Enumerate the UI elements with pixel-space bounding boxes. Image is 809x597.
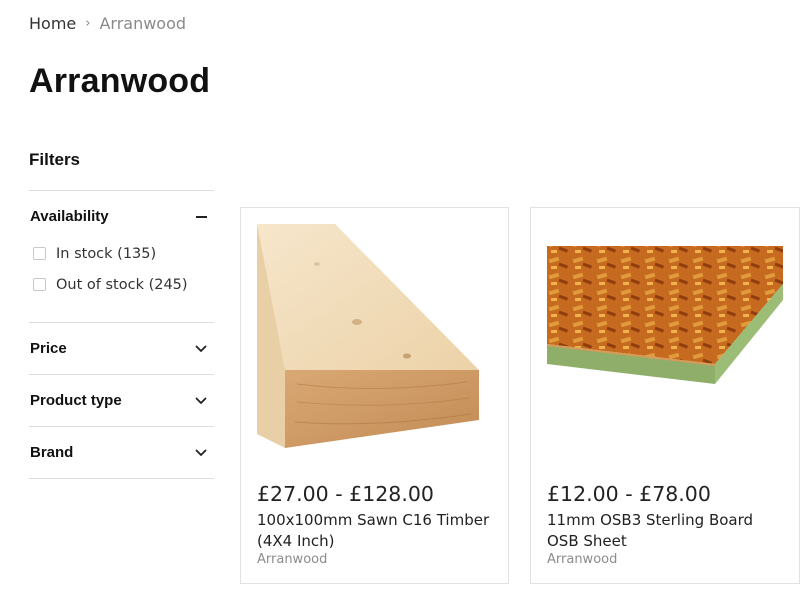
product-price: £12.00 - £78.00 [547,482,711,506]
breadcrumb-current: Arranwood [99,14,187,33]
filter-availability-toggle[interactable]: Availability [29,191,214,242]
page-title: Arranwood [29,62,211,100]
osb-sheet-image[interactable] [547,224,783,450]
filter-option-in-stock[interactable]: In stock (135) [29,238,214,269]
product-price: £27.00 - £128.00 [257,482,434,506]
filter-availability-options: In stock (135) Out of stock (245) [29,238,214,322]
filter-title: Brand [30,444,74,461]
in-stock-checkbox[interactable] [33,247,46,260]
chevron-down-icon [194,342,208,356]
filter-option-out-of-stock[interactable]: Out of stock (245) [29,269,214,300]
product-card[interactable]: £27.00 - £128.00 100x100mm Sawn C16 Timb… [240,207,509,584]
option-label: In stock (135) [56,245,157,262]
filter-product-type-toggle[interactable]: Product type [29,375,214,426]
product-title-link[interactable]: 11mm OSB3 Sterling Board OSB Sheet [547,510,787,552]
filter-price-toggle[interactable]: Price [29,323,214,374]
chevron-down-icon [194,394,208,408]
timber-post-image[interactable] [257,224,493,450]
product-title-link[interactable]: 100x100mm Sawn C16 Timber (4X4 Inch) [257,510,497,552]
breadcrumb-separator: › [85,16,91,31]
filter-group-price: Price [29,322,214,374]
filter-group-product-type: Product type [29,374,214,426]
breadcrumb: Home › Arranwood [29,14,186,33]
option-label: Out of stock (245) [56,276,188,293]
filter-group-brand: Brand [29,426,214,479]
out-of-stock-checkbox[interactable] [33,278,46,291]
filter-group-availability: Availability In stock (135) Out of stock… [29,190,214,322]
minus-icon [194,210,208,224]
chevron-down-icon [194,446,208,460]
product-vendor: Arranwood [547,552,618,567]
filter-title: Price [30,340,67,357]
product-vendor: Arranwood [257,552,328,567]
filter-title: Product type [30,392,122,409]
filters-panel: Availability In stock (135) Out of stock… [29,190,214,479]
product-card[interactable]: £12.00 - £78.00 11mm OSB3 Sterling Board… [530,207,800,584]
breadcrumb-home-link[interactable]: Home [29,14,76,33]
filter-title: Availability [30,208,109,225]
filters-heading: Filters [29,150,81,169]
filter-brand-toggle[interactable]: Brand [29,427,214,478]
